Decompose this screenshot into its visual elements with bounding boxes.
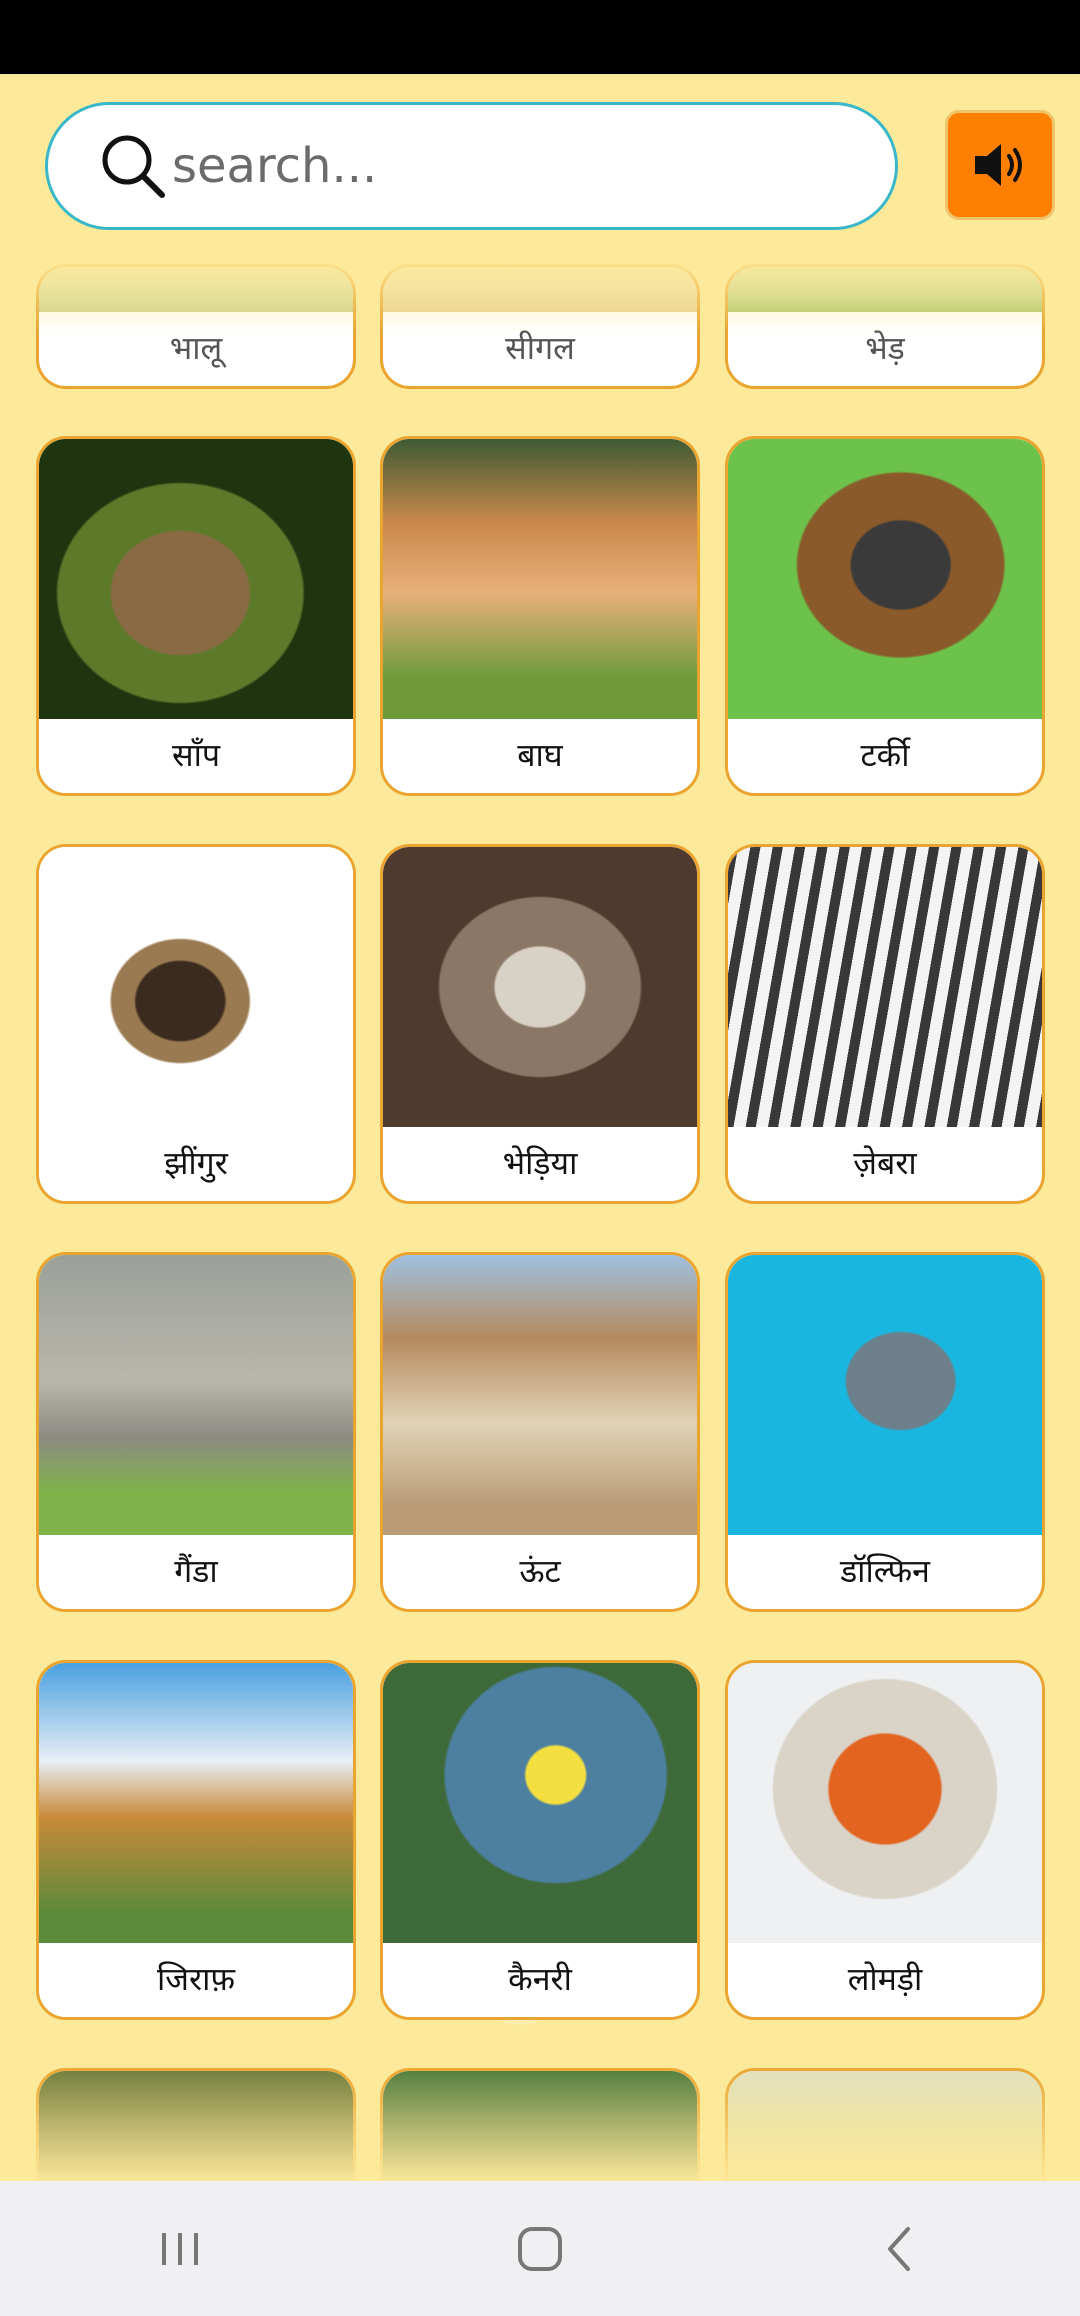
animal-label: टर्की: [860, 735, 910, 774]
animal-label: साँप: [171, 735, 221, 774]
search-input[interactable]: [172, 138, 852, 194]
animal-label: भेड़िया: [502, 1143, 578, 1182]
animal-label: गैंडा: [174, 1551, 218, 1590]
animal-card-owl[interactable]: [380, 2068, 700, 2181]
animal-card-canary[interactable]: कैनरी: [380, 1660, 700, 2020]
app-content: भालू सीगल भेड़ साँप बाघ टर्की झींगुर भेड…: [0, 74, 1080, 2181]
animal-label: भेड़: [865, 328, 905, 367]
animal-label: जिराफ़: [156, 1959, 236, 1998]
speaker-volume-icon: [975, 144, 1022, 186]
animal-card-camel[interactable]: ऊंट: [380, 1252, 700, 1612]
owl-image: [383, 2071, 697, 2181]
back-button[interactable]: [840, 2199, 960, 2299]
ducklings-image: [728, 2071, 1042, 2181]
home-icon: [518, 2226, 562, 2271]
home-button[interactable]: [480, 2199, 600, 2299]
recent-apps-icon: [162, 2232, 198, 2265]
animal-card-dolphin[interactable]: डॉल्फिन: [725, 1252, 1045, 1612]
animal-label: ज़ेबरा: [853, 1143, 917, 1182]
sheep-image: [728, 267, 1042, 312]
wolf-image: [383, 847, 697, 1127]
animal-card-sheep[interactable]: भेड़: [725, 264, 1045, 389]
animal-card-fox[interactable]: लोमड़ी: [725, 1660, 1045, 2020]
dolphin-image: [728, 1255, 1042, 1535]
animal-card-bear[interactable]: भालू: [36, 264, 356, 389]
animal-card-snake[interactable]: साँप: [36, 436, 356, 796]
animal-label: बाघ: [517, 735, 563, 774]
zebra-image: [728, 847, 1042, 1127]
turkey-image: [728, 439, 1042, 719]
system-nav-bar: [0, 2181, 1080, 2316]
fox-image: [728, 1663, 1042, 1943]
animal-label: कैनरी: [508, 1959, 572, 1998]
search-bar[interactable]: [45, 102, 898, 230]
animal-card-seagull[interactable]: सीगल: [380, 264, 700, 389]
rhinoceros-image: [39, 1255, 353, 1535]
sound-toggle-button[interactable]: [945, 110, 1055, 220]
recent-apps-button[interactable]: [120, 2199, 240, 2299]
animal-card-giraffe[interactable]: जिराफ़: [36, 1660, 356, 2020]
cricket-image: [39, 847, 353, 1127]
giraffe-image: [39, 1663, 353, 1943]
tiger-image: [383, 439, 697, 719]
animal-card-cricket[interactable]: झींगुर: [36, 844, 356, 1204]
animal-card-ducklings[interactable]: [725, 2068, 1045, 2181]
animal-card-tiger[interactable]: बाघ: [380, 436, 700, 796]
search-icon: [98, 131, 168, 201]
animal-label: ऊंट: [519, 1551, 561, 1590]
animal-label: लोमड़ी: [847, 1959, 923, 1998]
animal-card-zebra[interactable]: ज़ेबरा: [725, 844, 1045, 1204]
status-bar: [0, 0, 1080, 74]
animal-card-rhinoceros[interactable]: गैंडा: [36, 1252, 356, 1612]
snake-image: [39, 439, 353, 719]
animal-label: झींगुर: [164, 1143, 228, 1182]
animal-card-turkey[interactable]: टर्की: [725, 436, 1045, 796]
horse-image: [39, 2071, 353, 2181]
animal-label: भालू: [169, 328, 223, 367]
animal-label: डॉल्फिन: [840, 1551, 930, 1590]
animal-grid: भालू सीगल भेड़ साँप बाघ टर्की झींगुर भेड…: [0, 74, 1080, 2181]
animal-card-horse[interactable]: [36, 2068, 356, 2181]
bear-image: [39, 267, 353, 312]
canary-image: [383, 1663, 697, 1943]
camel-image: [383, 1255, 697, 1535]
back-icon: [888, 2226, 910, 2271]
seagull-image: [383, 267, 697, 312]
animal-label: सीगल: [505, 328, 575, 367]
animal-card-wolf[interactable]: भेड़िया: [380, 844, 700, 1204]
